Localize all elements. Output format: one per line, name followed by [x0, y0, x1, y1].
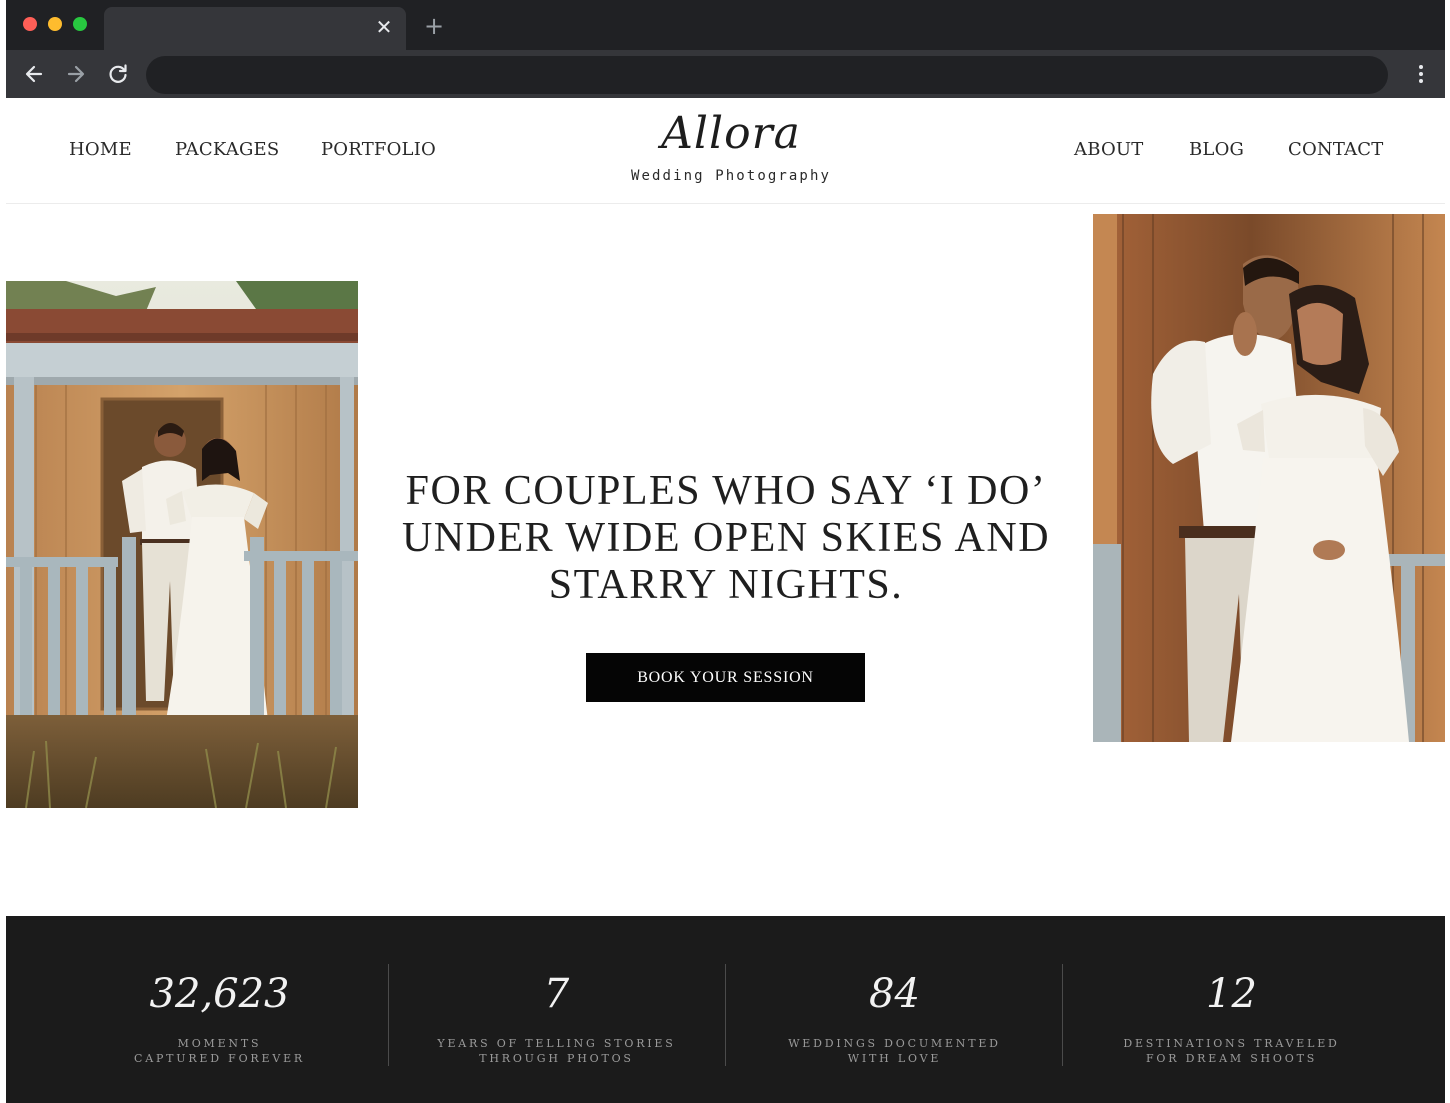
stat-number: 12	[1206, 971, 1257, 1017]
window-close-button[interactable]	[23, 17, 37, 31]
stat-number: 32,623	[149, 971, 290, 1017]
stat-caption: DESTINATIONS TRAVELED FOR DREAM SHOOTS	[1063, 1036, 1400, 1066]
logo-wordmark: Allora	[661, 108, 801, 159]
browser-window: ✕ + HOME PACKAGES PORTFOLIO Allora Weddi…	[6, 0, 1445, 1103]
window-minimize-button[interactable]	[48, 17, 62, 31]
nav-link-home[interactable]: HOME	[69, 138, 132, 162]
couple-embrace-photo	[1093, 214, 1445, 742]
nav-link-packages[interactable]: PACKAGES	[175, 138, 279, 162]
hero-headline: FOR COUPLES WHO SAY ‘I DO’ UNDER WIDE OP…	[401, 468, 1051, 608]
address-bar[interactable]	[146, 56, 1388, 94]
nav-link-blog[interactable]: BLOG	[1189, 138, 1244, 162]
stat-caption-line: WEDDINGS DOCUMENTED	[788, 1037, 1001, 1050]
window-maximize-button[interactable]	[73, 17, 87, 31]
stats-band: 32,623 MOMENTS CAPTURED FOREVER 7 YEARS …	[6, 916, 1445, 1103]
stat-caption-line: DESTINATIONS TRAVELED	[1123, 1037, 1340, 1050]
browser-tab[interactable]: ✕	[104, 7, 406, 50]
stat-years: 7 YEARS OF TELLING STORIES THROUGH PHOTO…	[388, 916, 725, 1103]
stat-caption: WEDDINGS DOCUMENTED WITH LOVE	[726, 1036, 1063, 1066]
stat-number: 84	[869, 971, 920, 1017]
reload-button[interactable]	[104, 60, 132, 88]
back-button[interactable]	[20, 60, 48, 88]
browser-toolbar	[6, 50, 1445, 98]
website: HOME PACKAGES PORTFOLIO Allora Wedding P…	[6, 98, 1445, 1103]
stat-caption-line: THROUGH PHOTOS	[479, 1052, 634, 1065]
stat-caption-line: MOMENTS	[177, 1037, 262, 1050]
stat-caption-line: YEARS OF TELLING STORIES	[437, 1037, 676, 1050]
site-header: HOME PACKAGES PORTFOLIO Allora Wedding P…	[6, 98, 1445, 204]
stat-caption-line: FOR DREAM SHOOTS	[1145, 1052, 1318, 1065]
nav-link-about[interactable]: ABOUT	[1074, 138, 1144, 162]
book-session-button[interactable]: BOOK YOUR SESSION	[586, 653, 865, 702]
stat-destinations: 12 DESTINATIONS TRAVELED FOR DREAM SHOOT…	[1063, 916, 1400, 1103]
browser-titlebar: ✕ +	[6, 0, 1445, 50]
forward-button[interactable]	[62, 60, 90, 88]
couple-porch-photo	[6, 281, 358, 808]
stat-caption-line: WITH LOVE	[847, 1052, 942, 1065]
arrow-left-icon	[25, 65, 43, 83]
plus-icon[interactable]: +	[423, 14, 445, 38]
stat-caption: MOMENTS CAPTURED FOREVER	[51, 1036, 388, 1066]
nav-link-contact[interactable]: CONTACT	[1288, 138, 1383, 162]
site-logo[interactable]: Allora Wedding Photography	[626, 106, 836, 184]
kebab-menu-icon	[1419, 65, 1423, 83]
stat-caption: YEARS OF TELLING STORIES THROUGH PHOTOS	[388, 1036, 725, 1066]
stat-weddings: 84 WEDDINGS DOCUMENTED WITH LOVE	[726, 916, 1063, 1103]
stat-moments: 32,623 MOMENTS CAPTURED FOREVER	[51, 916, 388, 1103]
arrow-right-icon	[67, 65, 85, 83]
reload-icon	[109, 64, 127, 83]
close-icon[interactable]: ✕	[374, 17, 394, 37]
nav-link-portfolio[interactable]: PORTFOLIO	[321, 138, 436, 162]
stat-caption-line: CAPTURED FOREVER	[133, 1052, 305, 1065]
stat-number: 7	[543, 971, 570, 1017]
logo-subtitle: Wedding Photography	[630, 168, 832, 184]
browser-menu-button[interactable]	[1409, 62, 1433, 86]
